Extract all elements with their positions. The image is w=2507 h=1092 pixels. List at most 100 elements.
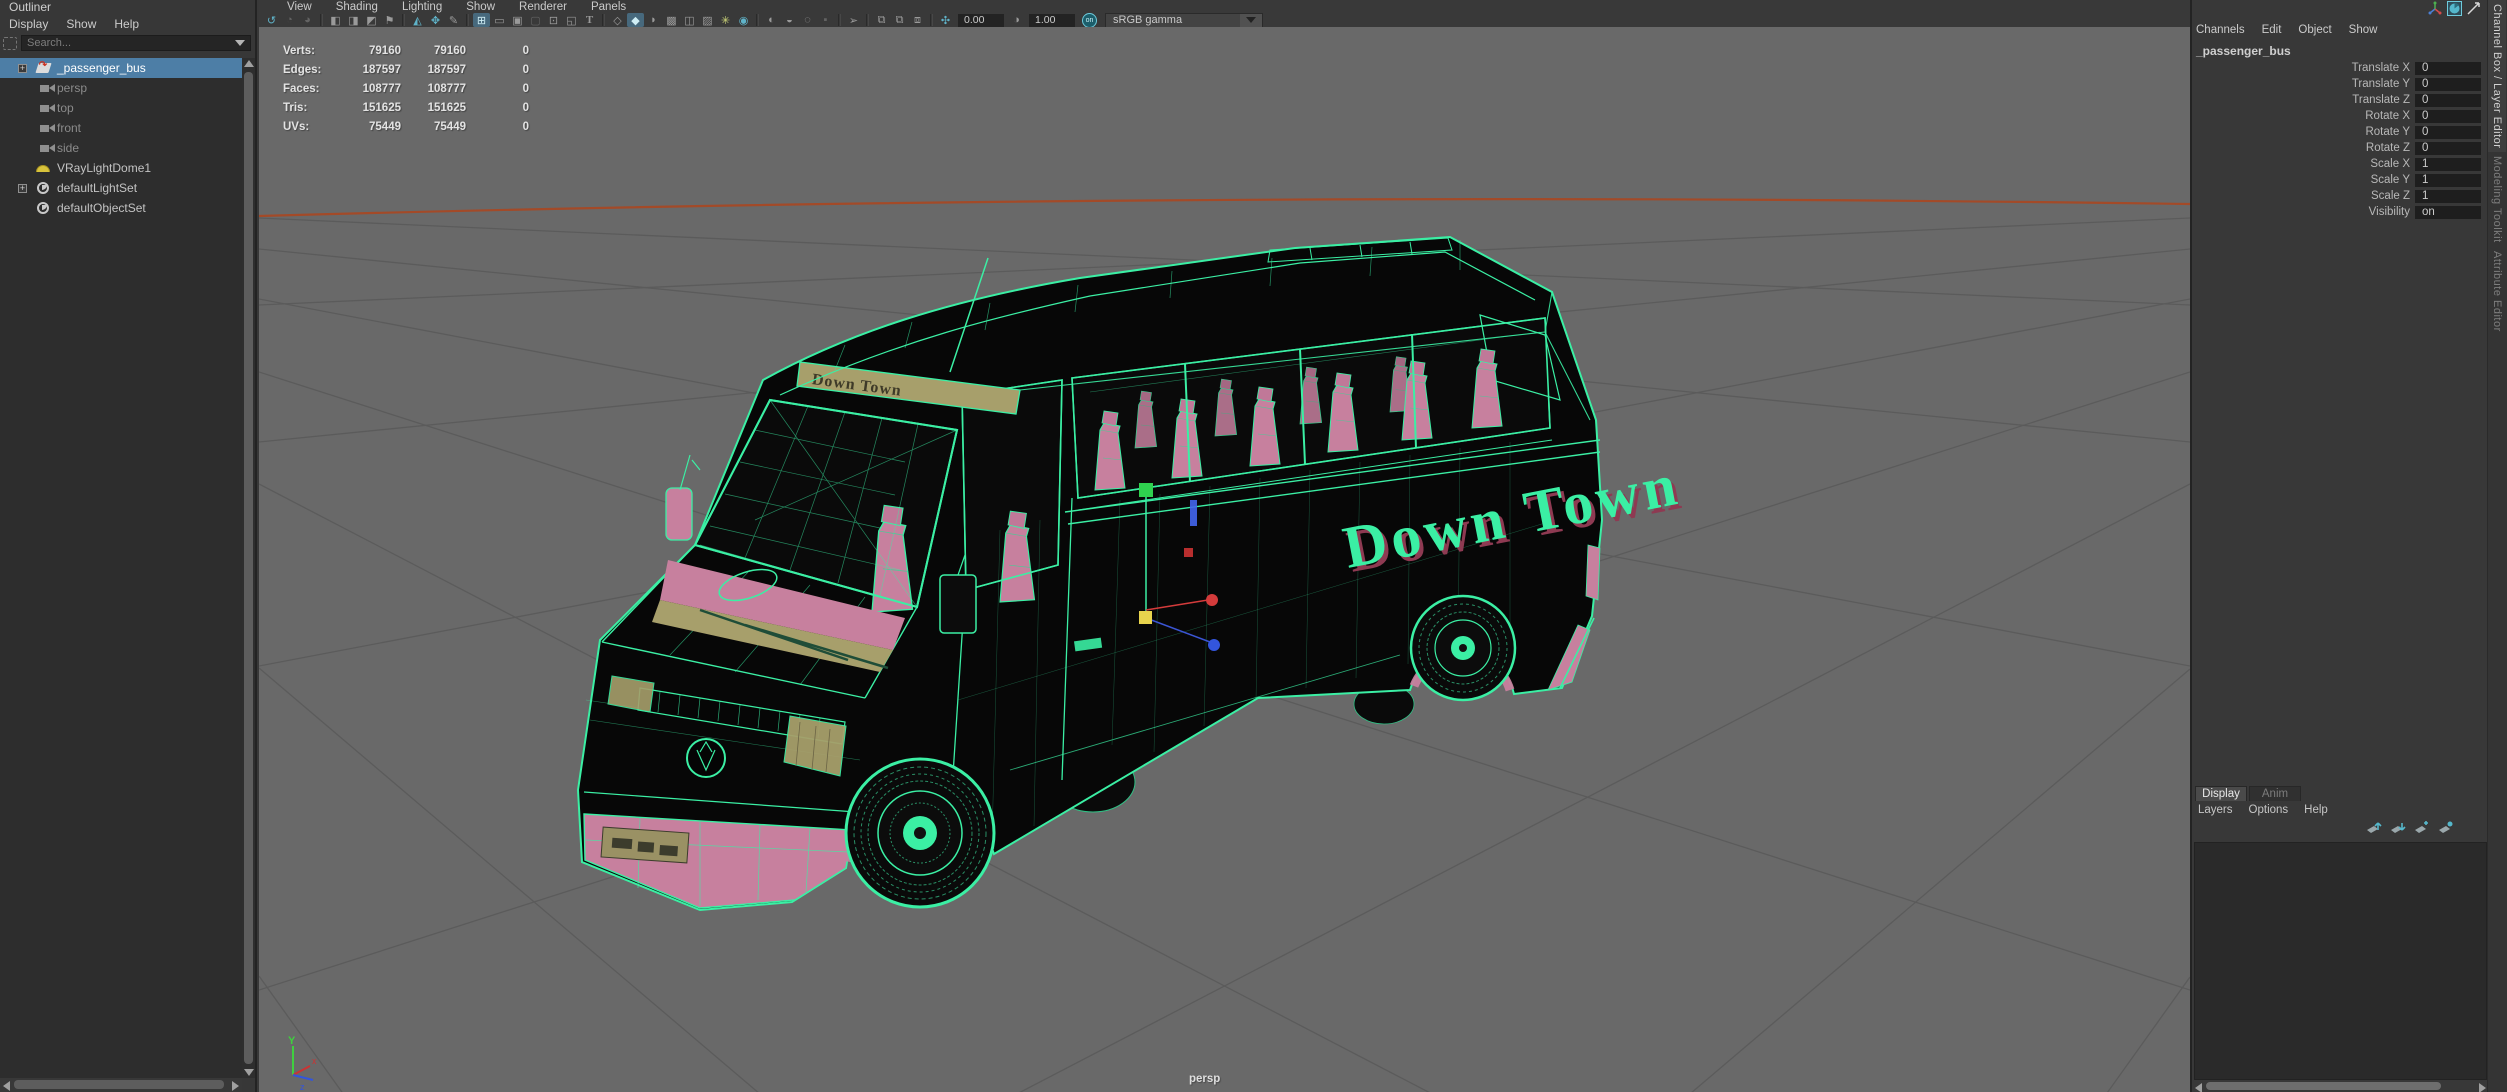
contrast-icon[interactable]: ◑ (1008, 13, 1025, 27)
channel-box-object-name[interactable]: _passenger_bus (2196, 44, 2291, 58)
textured-mode-icon[interactable]: ◗ (645, 13, 662, 27)
scroll-right-icon[interactable] (2479, 1083, 2486, 1092)
manipulator-x-handle[interactable] (1184, 548, 1193, 557)
view-transform-dropdown[interactable]: sRGB gamma (1105, 12, 1263, 28)
wireframe-on-shaded-icon[interactable]: ▨ (699, 13, 716, 27)
scene-lighting-icon[interactable]: ✳ (717, 13, 734, 27)
channel-value-field[interactable]: 0 (2415, 125, 2481, 139)
outliner-item-passenger-bus[interactable]: _passenger_bus (0, 58, 242, 78)
select-camera-icon[interactable]: ◧ (327, 13, 344, 27)
lock-camera-icon[interactable]: ◨ (345, 13, 362, 27)
outliner-item-persp[interactable]: persp (0, 78, 242, 98)
outliner-item-defaultobjectset[interactable]: defaultObjectSet (0, 198, 242, 218)
xray-mode-icon[interactable]: ◫ (681, 13, 698, 27)
viewport-menu-shading[interactable]: Shading (336, 1, 378, 13)
move-layer-down-icon[interactable] (2390, 821, 2407, 835)
exposure-icon[interactable]: ✣ (937, 13, 954, 27)
2d-pan-zoom-icon[interactable]: ✥ (427, 13, 444, 27)
filter-icon[interactable] (3, 36, 17, 50)
passenger-bus-wireframe[interactable]: Down Town Down Town Down Town (576, 235, 1689, 912)
scroll-left-icon[interactable] (2195, 1083, 2202, 1092)
scroll-left-icon[interactable] (3, 1081, 10, 1091)
scroll-down-icon[interactable] (244, 1069, 254, 1076)
multisample-icon[interactable]: ▪ (817, 13, 834, 27)
outliner-vertical-scrollbar[interactable] (242, 58, 255, 1078)
tab-channel-box-layer-editor[interactable]: Channel Box / Layer Editor (2488, 0, 2506, 153)
material-override-icon[interactable]: ▩ (663, 13, 680, 27)
history-icon[interactable]: ◕ (299, 13, 316, 27)
bookmark-icon[interactable]: ⚑ (381, 13, 398, 27)
outliner-item-defaultlightset[interactable]: defaultLightSet (0, 178, 242, 198)
manipulator-z-bar[interactable] (1190, 500, 1197, 526)
tear-off-copy-icon[interactable]: ⧈ (909, 13, 926, 27)
help-menu[interactable]: Help (2304, 804, 2328, 816)
chevron-down-icon[interactable] (235, 40, 245, 46)
shaded-mode-icon[interactable]: ◆ (627, 13, 644, 27)
manipulator-z-dot[interactable] (1208, 639, 1220, 651)
edit-menu[interactable]: Edit (2262, 24, 2282, 36)
options-menu[interactable]: Options (2249, 804, 2289, 816)
layers-menu[interactable]: Layers (2198, 804, 2233, 816)
tab-attribute-editor[interactable]: Attribute Editor (2488, 247, 2506, 336)
viewport-menu-show[interactable]: Show (466, 1, 495, 13)
scroll-right-icon[interactable] (232, 1081, 239, 1091)
viewport-menu-lighting[interactable]: Lighting (402, 1, 442, 13)
manipulator-center-handle[interactable] (1139, 611, 1152, 624)
channel-value-field[interactable]: 1 (2415, 157, 2481, 171)
tab-display[interactable]: Display (2195, 786, 2247, 801)
outliner-item-top[interactable]: top (0, 98, 242, 118)
channels-menu[interactable]: Channels (2196, 24, 2245, 36)
channel-value-field[interactable]: 0 (2415, 61, 2481, 75)
search-input[interactable]: Search... (21, 35, 251, 51)
tab-anim[interactable]: Anim (2249, 786, 2301, 801)
tab-modeling-toolkit[interactable]: Modeling Toolkit (2488, 152, 2506, 247)
grease-pencil-icon[interactable]: ✎ (445, 13, 462, 27)
outliner-menu-display[interactable]: Display (9, 17, 48, 31)
move-layer-up-icon[interactable] (2366, 821, 2383, 835)
graph-editor-icon[interactable] (2466, 1, 2481, 16)
expand-icon[interactable] (18, 183, 27, 193)
wireframe-mode-icon[interactable]: ◇ (609, 13, 626, 27)
grid-toggle-icon[interactable]: ⊞ (473, 13, 490, 27)
outliner-item-front[interactable]: front (0, 118, 242, 138)
channel-value-field[interactable]: 1 (2415, 189, 2481, 203)
layer-list[interactable] (2194, 842, 2487, 1080)
default-lighting-icon[interactable]: ◉ (735, 13, 752, 27)
chevron-down-icon[interactable] (1240, 13, 1262, 27)
motion-blur-icon[interactable]: ◌ (799, 13, 816, 27)
outliner-horizontal-scrollbar[interactable] (0, 1078, 242, 1092)
channel-value-field[interactable]: 0 (2415, 141, 2481, 155)
viewport-menu-renderer[interactable]: Renderer (519, 1, 567, 13)
film-gate-icon[interactable]: ▭ (491, 13, 508, 27)
scroll-up-icon[interactable] (244, 60, 254, 67)
ambient-occlusion-icon[interactable]: ◒ (781, 13, 798, 27)
viewport-menu-view[interactable]: View (287, 1, 312, 13)
viewport-layout-icon[interactable]: ⧉ (873, 13, 890, 27)
viewport-layout-alt-icon[interactable]: ⧉ (891, 13, 908, 27)
channel-value-field[interactable]: 0 (2415, 77, 2481, 91)
expand-icon[interactable] (18, 63, 27, 73)
shadows-icon[interactable]: ◐ (763, 13, 780, 27)
outliner-item-side[interactable]: side (0, 138, 242, 158)
snap-view-icon[interactable]: ↺ (263, 13, 280, 27)
color-management-toggle[interactable]: on (1082, 12, 1097, 28)
manipulator-x-dot[interactable] (1206, 594, 1218, 606)
show-menu[interactable]: Show (2349, 24, 2378, 36)
scrollbar-thumb[interactable] (244, 72, 253, 1064)
gate-mask-icon[interactable]: ▢ (527, 13, 544, 27)
channel-value-field[interactable]: on (2415, 205, 2481, 219)
outliner-item-vraylightdome[interactable]: VRayLightDome1 (0, 158, 242, 178)
outliner-menu-show[interactable]: Show (66, 17, 96, 31)
manipulator-y-handle[interactable] (1139, 483, 1153, 497)
new-layer-from-selected-icon[interactable] (2438, 821, 2455, 835)
channel-value-field[interactable]: 0 (2415, 109, 2481, 123)
key-selected-icon[interactable] (2447, 1, 2462, 16)
object-menu[interactable]: Object (2298, 24, 2331, 36)
channel-value-field[interactable]: 0 (2415, 93, 2481, 107)
scrollbar-thumb[interactable] (14, 1080, 224, 1089)
image-plane-icon[interactable]: ◭ (409, 13, 426, 27)
safe-title-icon[interactable]: T (581, 13, 598, 27)
exposure-field[interactable]: 0.00 (958, 13, 1004, 27)
outliner-menu-help[interactable]: Help (114, 17, 139, 31)
scrollbar-thumb[interactable] (2206, 1082, 2441, 1090)
